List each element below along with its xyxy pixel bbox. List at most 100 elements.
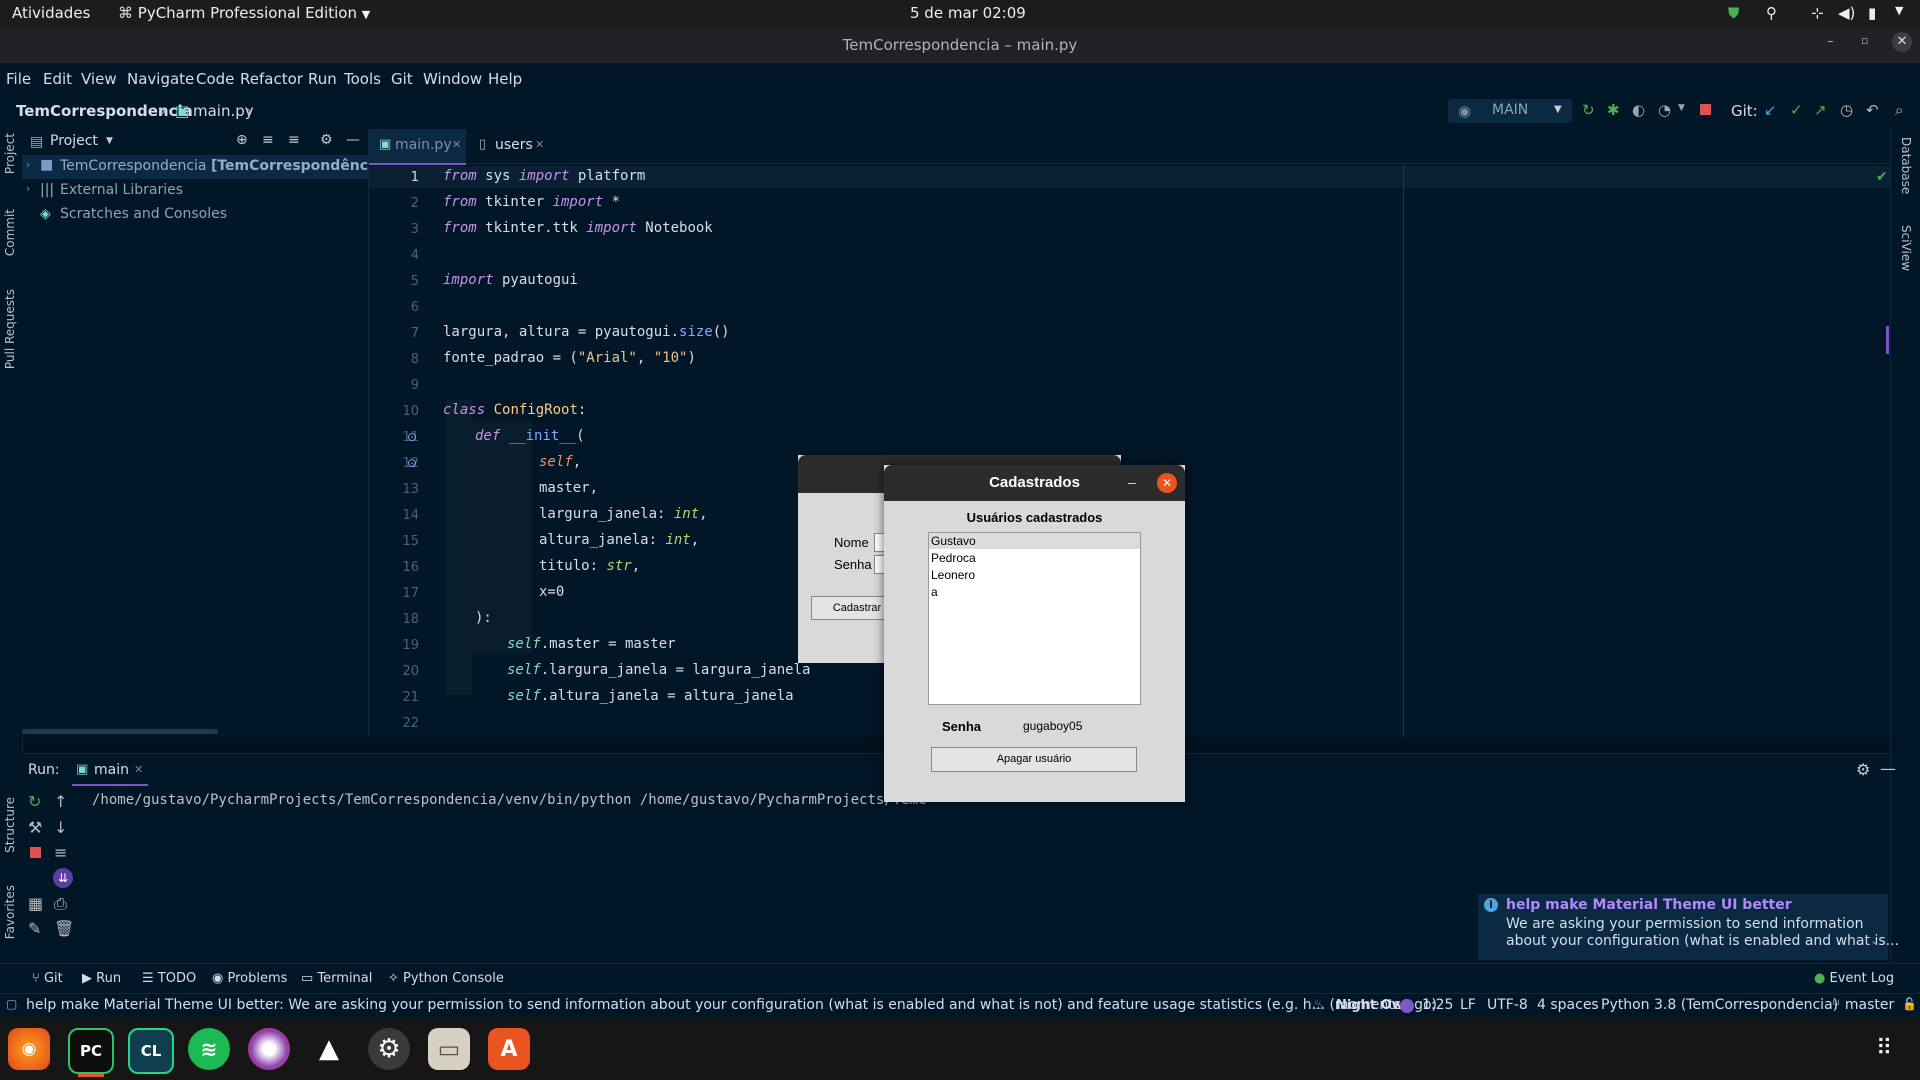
tool-tab-terminal[interactable]: ▭ Terminal — [301, 971, 372, 986]
tree-item-scratches[interactable]: ◈ Scratches and Consoles — [22, 203, 368, 227]
menu-refactor[interactable]: Refactor — [240, 70, 303, 88]
clock[interactable]: 5 de mar 02:09 — [910, 4, 1026, 22]
close-window-icon[interactable]: ✕ — [1892, 32, 1912, 52]
toggle-tool-windows-icon[interactable]: ▢ — [6, 997, 17, 1011]
close-window-icon[interactable]: ✕ — [1157, 473, 1177, 493]
stop-icon[interactable] — [1700, 104, 1711, 115]
tool-tab-run[interactable]: ▶ Run — [82, 971, 121, 986]
menu-edit[interactable]: Edit — [43, 70, 72, 88]
print-icon[interactable]: ⎙ — [54, 894, 67, 914]
editor-scrollbar[interactable] — [1886, 326, 1889, 354]
git-push-icon[interactable]: ↗ — [1814, 101, 1827, 119]
favorites-tool-tab[interactable]: Favorites — [3, 885, 17, 939]
tab-main-py[interactable]: ▣ main.py ✕ — [369, 129, 466, 165]
menu-git[interactable]: Git — [391, 70, 413, 88]
code-line-21[interactable]: self.largura_janela = largura_janela — [507, 662, 810, 678]
code-line-3[interactable]: from tkinter.ttk import Notebook — [443, 220, 713, 236]
code-line-12[interactable]: def __init__( — [475, 428, 585, 444]
software-icon[interactable]: A — [488, 1028, 530, 1070]
code-line-18[interactable]: x=0 — [539, 584, 564, 600]
override-gutter-icon[interactable]: ⊙ — [407, 456, 417, 470]
code-line-20[interactable]: self.master = master — [507, 636, 676, 652]
code-line-7[interactable]: largura, altura = pyautogui.size() — [443, 324, 730, 340]
tool-tab-problems[interactable]: ◉ Problems — [212, 971, 287, 986]
gear-icon[interactable]: ⚙ — [320, 132, 333, 148]
arrow-up-icon[interactable]: ↑ — [54, 792, 67, 811]
clion-icon[interactable]: CL — [128, 1028, 174, 1074]
coverage-icon[interactable]: ◐ — [1632, 101, 1645, 119]
network-icon[interactable]: ⊹ — [1811, 4, 1824, 22]
tk-cadastrados-titlebar[interactable]: Cadastrados – ✕ — [884, 465, 1185, 501]
caret-position[interactable]: 1:25 — [1422, 997, 1453, 1013]
project-panel-title[interactable]: Project — [50, 133, 98, 149]
menu-tools[interactable]: Tools — [344, 70, 381, 88]
close-tab-icon[interactable]: ✕ — [134, 763, 143, 776]
override-gutter-icon[interactable]: ⊙ — [407, 430, 417, 444]
structure-tool-tab[interactable]: Structure — [3, 797, 17, 853]
fork-icon[interactable]: ⚲ — [1766, 4, 1777, 22]
chevron-right-icon[interactable]: › — [26, 158, 30, 171]
users-listbox[interactable]: Gustavo Pedroca Leonero a — [928, 532, 1141, 705]
breadcrumb-project[interactable]: TemCorrespondencia — [16, 102, 193, 120]
git-branch[interactable]: ⑂ master — [1832, 997, 1894, 1013]
code-line-1[interactable]: from sys import platform — [443, 168, 645, 184]
menu-run[interactable]: Run — [308, 70, 337, 88]
arrow-down-icon[interactable]: ↓ — [54, 818, 67, 837]
run-config-selector[interactable]: ◉ MAIN ▼ — [1448, 99, 1572, 123]
inkscape-icon[interactable]: ▲ — [308, 1028, 350, 1070]
menu-navigate[interactable]: Navigate — [127, 70, 194, 88]
tree-item-external-libraries[interactable]: › ||| External Libraries — [22, 179, 368, 203]
run-tab-main[interactable]: ▣ main ✕ — [72, 756, 148, 786]
list-item[interactable]: Leonero — [931, 568, 975, 582]
tree-item-project-root[interactable]: › ■ TemCorrespondencia [TemCorrespondênc… — [22, 155, 410, 179]
history-icon[interactable]: ◷ — [1840, 101, 1853, 119]
lock-icon[interactable]: 🔓 — [1902, 997, 1917, 1011]
locate-icon[interactable]: ⊕ — [236, 132, 248, 148]
code-line-15[interactable]: largura_janela: int, — [539, 506, 708, 522]
firefox-icon[interactable]: ◉ — [8, 1028, 50, 1070]
menu-view[interactable]: View — [81, 70, 117, 88]
soft-wrap-icon[interactable]: ≡ — [54, 843, 67, 862]
close-tab-icon[interactable]: ✕ — [535, 138, 544, 151]
menu-code[interactable]: Code — [196, 70, 234, 88]
minimize-icon[interactable]: – — [1827, 34, 1834, 49]
pin-icon[interactable]: ✎ — [28, 919, 41, 938]
spotify-icon[interactable]: ≋ — [188, 1028, 230, 1070]
python-interpreter[interactable]: Python 3.8 (TemCorrespondencia) — [1601, 997, 1838, 1013]
expand-all-icon[interactable]: ≡ — [262, 132, 274, 148]
app-menu[interactable]: ⌘ PyCharm Professional Edition ▼ — [118, 4, 370, 22]
theme-name[interactable]: Night Owl — [1336, 998, 1408, 1013]
hide-panel-icon[interactable]: — — [346, 132, 360, 148]
trash-icon[interactable]: 🗑 — [54, 919, 74, 938]
line-separator[interactable]: LF — [1460, 997, 1476, 1013]
chevron-down-icon[interactable]: ▼ — [106, 136, 113, 146]
profile-icon[interactable]: ◔ — [1658, 101, 1671, 119]
app-icon[interactable] — [248, 1028, 290, 1070]
settings-icon[interactable]: ⚙ — [368, 1028, 410, 1070]
pycharm-icon[interactable]: PC — [68, 1028, 114, 1074]
status-message[interactable]: help make Material Theme UI better: We a… — [26, 997, 1437, 1013]
git-commit-icon[interactable]: ✓ — [1790, 101, 1803, 119]
list-item[interactable]: Gustavo — [931, 534, 976, 548]
layout-icon[interactable]: ▦ — [28, 894, 43, 913]
rerun-icon[interactable]: ↻ — [28, 792, 41, 811]
stop-icon[interactable] — [30, 847, 41, 858]
volume-icon[interactable]: ◀) — [1838, 4, 1855, 22]
menu-file[interactable]: File — [6, 70, 31, 88]
wrench-icon[interactable]: ⚒ — [28, 818, 42, 837]
commit-tool-tab[interactable]: Commit — [3, 209, 17, 256]
notification-title-link[interactable]: help make Material Theme UI better — [1506, 897, 1792, 913]
menu-help[interactable]: Help — [488, 70, 522, 88]
code-line-17[interactable]: titulo: str, — [539, 558, 640, 574]
project-tool-tab[interactable]: Project — [3, 133, 17, 174]
expand-notification-icon[interactable]: ⌄ — [1870, 934, 1879, 947]
code-line-5[interactable]: import pyautogui — [443, 272, 578, 288]
chevron-right-icon[interactable]: › — [26, 182, 30, 195]
code-line-22[interactable]: self.altura_janela = altura_janela — [507, 688, 794, 704]
hide-panel-icon[interactable]: — — [1880, 759, 1896, 778]
rollback-icon[interactable]: ↶ — [1866, 101, 1879, 119]
tool-tab-python-console[interactable]: ✧ Python Console — [388, 971, 504, 986]
horizontal-scrollbar[interactable] — [22, 729, 218, 734]
inspection-ok-icon[interactable]: ✔ — [1876, 169, 1888, 185]
shield-icon[interactable]: ⛊ — [1728, 4, 1739, 22]
